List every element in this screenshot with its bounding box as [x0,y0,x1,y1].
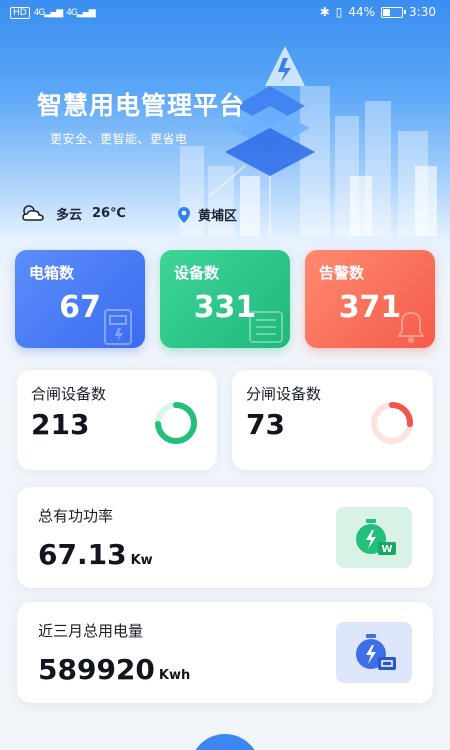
power-meter-icon: W [336,507,412,568]
smart-city-illustration [180,46,437,236]
active-power-value: 67.13 Kw [38,538,153,571]
location-selector[interactable]: 黄埔区 [178,205,237,224]
box-count-label: 电箱数 [29,264,75,282]
weather-temperature: 26℃ [92,205,126,221]
open-devices-label: 分闸设备数 [246,385,322,403]
battery-icon [381,6,407,18]
status-time: 3:30 [409,5,436,19]
electric-box-icon [104,309,132,345]
device-count-card[interactable]: 设备数 331 [160,250,290,348]
signal-icon-2: 4G▂▄▆ [66,8,95,18]
closed-devices-value: 213 [31,408,90,441]
closed-devices-label: 合闸设备数 [31,385,107,403]
open-devices-value: 73 [246,408,285,441]
alarm-count-label: 告警数 [319,264,365,282]
energy-usage-label: 近三月总用电量 [38,622,144,640]
location-name: 黄埔区 [198,209,238,224]
active-power-unit: Kw [130,553,153,568]
energy-usage-value: 589920 Kwh [38,653,191,686]
signal-icon: 4G▂▄▆ [33,8,63,18]
active-power-card[interactable]: 总有功功率 67.13 Kw W [17,487,433,588]
device-count-label: 设备数 [174,264,220,282]
banner-subtitle: 更安全、更智能、更省电 [50,132,188,146]
cloudy-icon [22,205,44,221]
alarm-count-card[interactable]: 告警数 371 [305,250,435,348]
status-bar: HD 4G▂▄▆ 4G▂▄▆ ✱ ▯ 44% 3:30 [0,0,450,26]
energy-usage-unit: Kwh [158,668,191,683]
alarm-bell-icon [397,311,425,343]
weather-info: 多云 26℃ [20,203,126,223]
closed-ratio-ring [155,402,197,444]
bottom-center-tab-button[interactable] [190,734,260,750]
active-power-label: 总有功功率 [38,507,114,525]
energy-usage-card[interactable]: 近三月总用电量 589920 Kwh [17,602,433,703]
battery-percent: 44% [348,5,376,19]
bluetooth-icon: ✱ [319,5,330,19]
device-list-icon [249,311,283,343]
banner-title: 智慧用电管理平台 [37,91,246,120]
vibrate-icon: ▯ [335,5,343,19]
weather-condition: 多云 [56,207,83,223]
location-pin-icon [178,206,190,223]
closed-devices-card[interactable]: 合闸设备数 213 [17,370,217,470]
hd-icon: HD [10,7,30,19]
box-count-card[interactable]: 电箱数 67 [15,250,145,348]
energy-meter-icon [336,622,412,683]
power-badge-text: W [381,544,392,555]
open-devices-card[interactable]: 分闸设备数 73 [232,370,433,470]
open-ratio-ring [371,402,413,444]
